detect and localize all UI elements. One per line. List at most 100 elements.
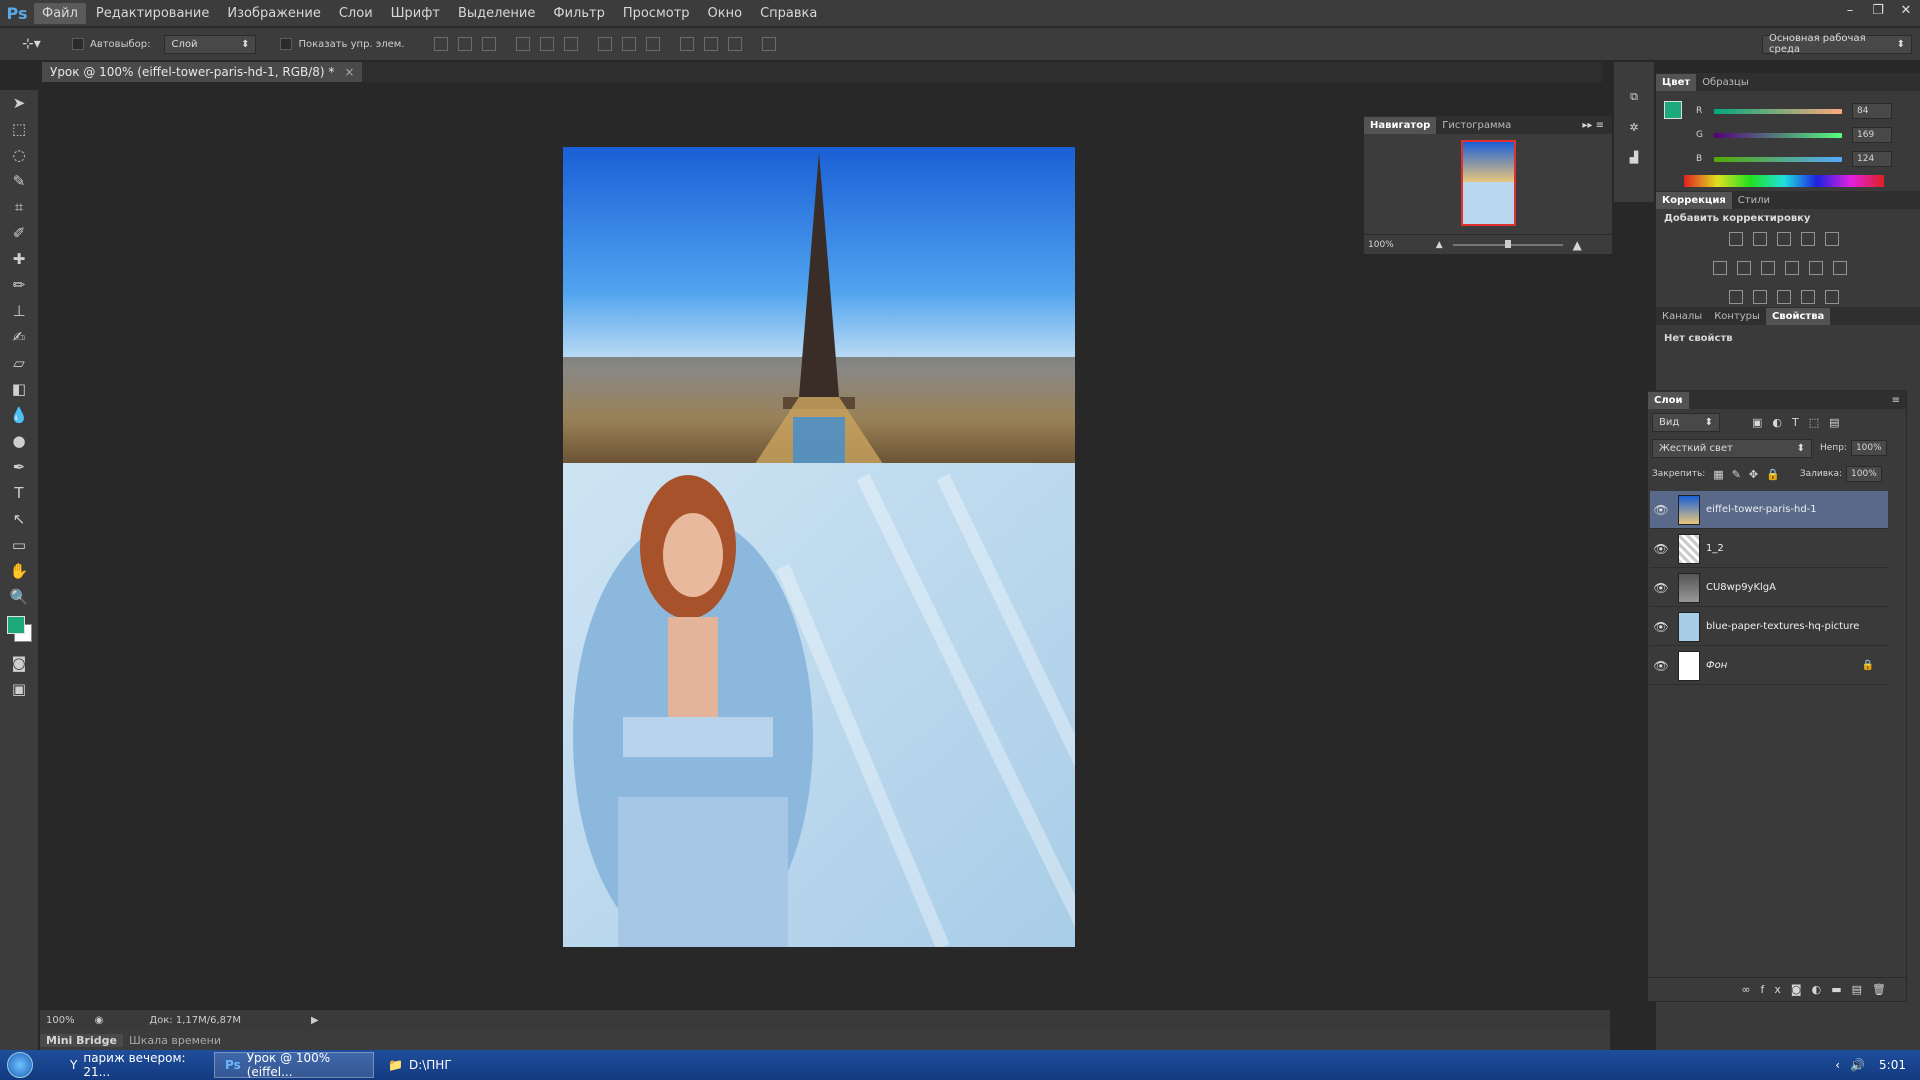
color-lookup-icon[interactable]: [1833, 261, 1847, 275]
quick-select-tool-icon[interactable]: ✎: [0, 168, 38, 194]
restore-icon[interactable]: ❐: [1864, 0, 1892, 20]
show-transform-checkbox[interactable]: [280, 38, 293, 50]
exposure-icon[interactable]: [1801, 232, 1815, 246]
dodge-tool-icon[interactable]: ●: [0, 428, 38, 454]
threshold-icon[interactable]: [1777, 290, 1791, 304]
menu-file[interactable]: Файл: [34, 2, 86, 24]
menu-type[interactable]: Шрифт: [383, 3, 448, 24]
layer-row[interactable]: 👁 CU8wp9yKlgA: [1650, 569, 1888, 607]
new-layer-icon[interactable]: ▤: [1852, 983, 1872, 996]
eraser-tool-icon[interactable]: ▱: [0, 350, 38, 376]
menu-filter[interactable]: Фильтр: [545, 3, 612, 24]
type-tool-icon[interactable]: T: [0, 480, 38, 506]
panel-menu-icon[interactable]: ▸▸ ≡: [1582, 120, 1604, 131]
workspace-select[interactable]: Основная рабочая среда ⬍: [1762, 33, 1912, 55]
align-hcenter-icon[interactable]: [539, 37, 554, 51]
taskbar-photoshop[interactable]: Ps Урок @ 100% (eiffel...: [214, 1051, 374, 1079]
align-bottom-icon[interactable]: [481, 37, 496, 51]
add-mask-icon[interactable]: ◙: [1791, 983, 1812, 996]
zoom-in-icon[interactable]: ▲: [1573, 238, 1582, 252]
gradient-map-icon[interactable]: [1825, 290, 1839, 304]
hand-tool-icon[interactable]: ✋: [0, 558, 38, 584]
brush-settings-icon[interactable]: ✲: [1614, 112, 1654, 142]
tab-color[interactable]: Цвет: [1656, 73, 1697, 91]
hue-saturation-icon[interactable]: [1713, 261, 1727, 275]
path-select-tool-icon[interactable]: ↖: [0, 506, 38, 532]
align-right-icon[interactable]: [563, 37, 578, 51]
menu-help[interactable]: Справка: [752, 3, 825, 24]
distribute-hcenter-icon[interactable]: [703, 37, 718, 51]
visibility-eye-icon[interactable]: 👁: [1650, 659, 1672, 673]
tab-channels[interactable]: Каналы: [1656, 308, 1708, 325]
layer-row[interactable]: 👁 eiffel-tower-paris-hd-1: [1650, 491, 1888, 529]
move-tool-icon[interactable]: ⊹▾: [22, 36, 52, 52]
taskbar-browser[interactable]: Yпариж вечером: 21...: [60, 1051, 210, 1079]
layer-filter-select[interactable]: Вид ⬍: [1652, 412, 1720, 432]
invert-icon[interactable]: [1729, 290, 1743, 304]
move-tool-icon[interactable]: ➤: [0, 90, 38, 116]
red-slider[interactable]: [1714, 108, 1842, 114]
lock-icons[interactable]: ▦✎✥🔒: [1713, 468, 1788, 481]
align-top-icon[interactable]: [433, 37, 448, 51]
fx-icon[interactable]: fx: [1761, 983, 1791, 996]
tab-paths[interactable]: Контуры: [1708, 308, 1766, 325]
visibility-eye-icon[interactable]: 👁: [1650, 542, 1672, 556]
paint-bucket-tool-icon[interactable]: ◧: [0, 376, 38, 402]
navigator-zoom[interactable]: 100%: [1368, 240, 1394, 250]
blue-slider[interactable]: [1714, 156, 1842, 162]
distribute-vcenter-icon[interactable]: [621, 37, 636, 51]
volume-icon[interactable]: 🔊: [1850, 1058, 1865, 1072]
photo-filter-icon[interactable]: [1785, 261, 1799, 275]
healing-brush-tool-icon[interactable]: ✚: [0, 246, 38, 272]
menu-select[interactable]: Выделение: [450, 3, 543, 24]
tab-properties[interactable]: Свойства: [1765, 307, 1831, 325]
zoom-out-icon[interactable]: ▲: [1436, 240, 1443, 250]
black-white-icon[interactable]: [1761, 261, 1775, 275]
history-brush-tool-icon[interactable]: ✍: [0, 324, 38, 350]
layer-row[interactable]: 👁 Фон 🔒: [1650, 647, 1888, 685]
foreground-color[interactable]: [1664, 101, 1682, 119]
autoselect-checkbox[interactable]: [72, 38, 84, 50]
zoom-level[interactable]: 100%: [46, 1015, 75, 1026]
menu-layers[interactable]: Слои: [331, 3, 381, 24]
eyedropper-tool-icon[interactable]: ✐: [0, 220, 38, 246]
navigator-zoom-slider[interactable]: [1452, 239, 1563, 248]
blur-tool-icon[interactable]: 💧: [0, 402, 38, 428]
link-layers-icon[interactable]: ∞: [1741, 983, 1760, 996]
autoselect-select[interactable]: Слой ⬍: [164, 34, 257, 54]
distribute-bottom-icon[interactable]: [645, 37, 660, 51]
layer-row[interactable]: 👁 blue-paper-textures-hq-picture: [1650, 608, 1888, 646]
start-button[interactable]: [0, 1050, 40, 1080]
levels-icon[interactable]: [1753, 232, 1767, 246]
distribute-top-icon[interactable]: [597, 37, 612, 51]
tab-adjustments[interactable]: Коррекция: [1656, 191, 1732, 209]
menu-view[interactable]: Просмотр: [615, 3, 698, 24]
visibility-eye-icon[interactable]: 👁: [1650, 620, 1672, 634]
layer-row[interactable]: 👁 1_2: [1650, 530, 1888, 568]
tray-expand-icon[interactable]: ‹: [1835, 1058, 1840, 1072]
tab-histogram[interactable]: Гистограмма: [1436, 117, 1517, 134]
status-info-icon[interactable]: ◉: [95, 1015, 104, 1026]
quick-mask-icon[interactable]: ◙: [0, 650, 38, 676]
pen-tool-icon[interactable]: ✒: [0, 454, 38, 480]
red-value[interactable]: 84: [1852, 103, 1892, 119]
tab-swatches[interactable]: Образцы: [1696, 74, 1755, 91]
curves-icon[interactable]: [1777, 232, 1791, 246]
tab-styles[interactable]: Стили: [1732, 192, 1776, 209]
status-menu-arrow-icon[interactable]: ▶: [311, 1015, 319, 1026]
marquee-tool-icon[interactable]: ⬚: [0, 116, 38, 142]
minimize-icon[interactable]: –: [1836, 0, 1864, 20]
lasso-tool-icon[interactable]: ◌: [0, 142, 38, 168]
brightness-contrast-icon[interactable]: [1729, 232, 1743, 246]
taskbar-folder[interactable]: 📁 D:\ПНГ: [378, 1052, 528, 1078]
selective-color-icon[interactable]: [1801, 290, 1815, 304]
opacity-input[interactable]: 100%: [1850, 440, 1887, 456]
histogram-icon[interactable]: ▟: [1614, 142, 1654, 172]
screen-mode-icon[interactable]: ▣: [0, 676, 38, 702]
foreground-color-swatch[interactable]: [7, 616, 25, 634]
tab-timeline[interactable]: Шкала времени: [123, 1034, 227, 1047]
blue-value[interactable]: 124: [1852, 151, 1892, 167]
tab-mini-bridge[interactable]: Mini Bridge: [40, 1033, 123, 1047]
document-canvas[interactable]: [563, 147, 1075, 947]
menu-edit[interactable]: Редактирование: [88, 3, 217, 24]
